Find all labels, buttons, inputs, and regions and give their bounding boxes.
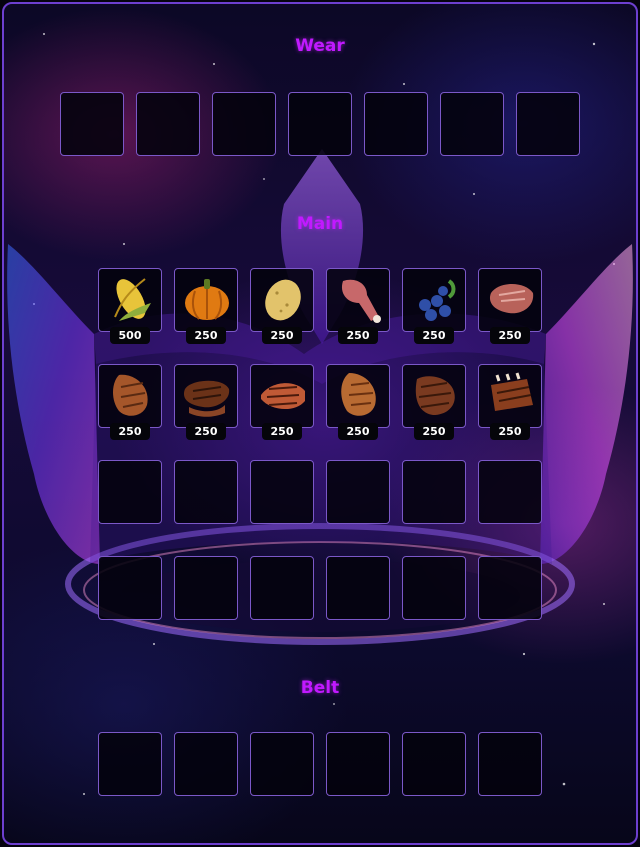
- wear-slot[interactable]: [364, 92, 428, 156]
- main-slot[interactable]: 250: [402, 364, 466, 440]
- item-quantity: 250: [490, 423, 530, 440]
- item-quantity: 250: [110, 423, 150, 440]
- item-quantity: 250: [186, 423, 226, 440]
- cooked-chicken-icon: [113, 374, 148, 416]
- wear-slot[interactable]: [288, 92, 352, 156]
- cooked-steak-icon: [183, 380, 230, 417]
- raw-meat-icon: [341, 279, 381, 323]
- item-quantity: 250: [414, 423, 454, 440]
- main-slot[interactable]: [174, 556, 238, 620]
- item-quantity: 500: [110, 327, 150, 344]
- main-slot[interactable]: 250: [402, 268, 466, 344]
- belt-slot[interactable]: [326, 732, 390, 796]
- belt-slot[interactable]: [402, 732, 466, 796]
- main-slot[interactable]: [326, 460, 390, 524]
- main-slot[interactable]: [98, 556, 162, 620]
- item-quantity: 250: [414, 327, 454, 344]
- main-slot[interactable]: [326, 556, 390, 620]
- main-slot[interactable]: 250: [478, 268, 542, 344]
- main-slot[interactable]: 250: [250, 268, 314, 344]
- raw-steak-icon: [489, 284, 534, 314]
- main-title: Main: [296, 214, 344, 234]
- main-slot[interactable]: 250: [326, 268, 390, 344]
- item-quantity: 250: [338, 327, 378, 344]
- main-slot[interactable]: [98, 460, 162, 524]
- item-quantity: 250: [338, 423, 378, 440]
- main-slot[interactable]: [174, 460, 238, 524]
- grilled-meat-icon: [415, 376, 455, 415]
- main-slot[interactable]: 250: [250, 364, 314, 440]
- main-slot[interactable]: [478, 460, 542, 524]
- belt-slot[interactable]: [174, 732, 238, 796]
- main-slot[interactable]: 250: [174, 364, 238, 440]
- belt-slot[interactable]: [250, 732, 314, 796]
- wear-slot[interactable]: [60, 92, 124, 156]
- main-slot[interactable]: [478, 556, 542, 620]
- cooked-breast-icon: [341, 373, 376, 416]
- item-quantity: 250: [186, 327, 226, 344]
- main-slot[interactable]: [402, 460, 466, 524]
- belt-slot[interactable]: [478, 732, 542, 796]
- inventory-panel: Wear Main Belt 500 250 250 250 250 250 250 250 2…: [2, 2, 638, 845]
- main-slot[interactable]: 250: [98, 364, 162, 440]
- item-quantity: 250: [262, 327, 302, 344]
- potato-icon: [265, 279, 301, 321]
- main-slot[interactable]: [250, 460, 314, 524]
- main-slot[interactable]: 500: [98, 268, 162, 344]
- belt-title: Belt: [300, 678, 340, 698]
- blueberries-icon: [419, 279, 456, 321]
- main-slot[interactable]: 250: [326, 364, 390, 440]
- cooked-ribs-icon: [491, 372, 533, 411]
- wear-title: Wear: [295, 36, 345, 56]
- wear-slot[interactable]: [136, 92, 200, 156]
- wear-slot[interactable]: [440, 92, 504, 156]
- item-quantity: 250: [490, 327, 530, 344]
- wear-slot[interactable]: [516, 92, 580, 156]
- pumpkin-icon: [185, 279, 229, 320]
- main-slot[interactable]: 250: [174, 268, 238, 344]
- belt-slot[interactable]: [98, 732, 162, 796]
- main-slot[interactable]: [250, 556, 314, 620]
- main-slot[interactable]: [402, 556, 466, 620]
- wear-slot[interactable]: [212, 92, 276, 156]
- grilled-fish-icon: [261, 383, 305, 410]
- item-quantity: 250: [262, 423, 302, 440]
- main-slot[interactable]: 250: [478, 364, 542, 440]
- corn-icon: [114, 278, 151, 321]
